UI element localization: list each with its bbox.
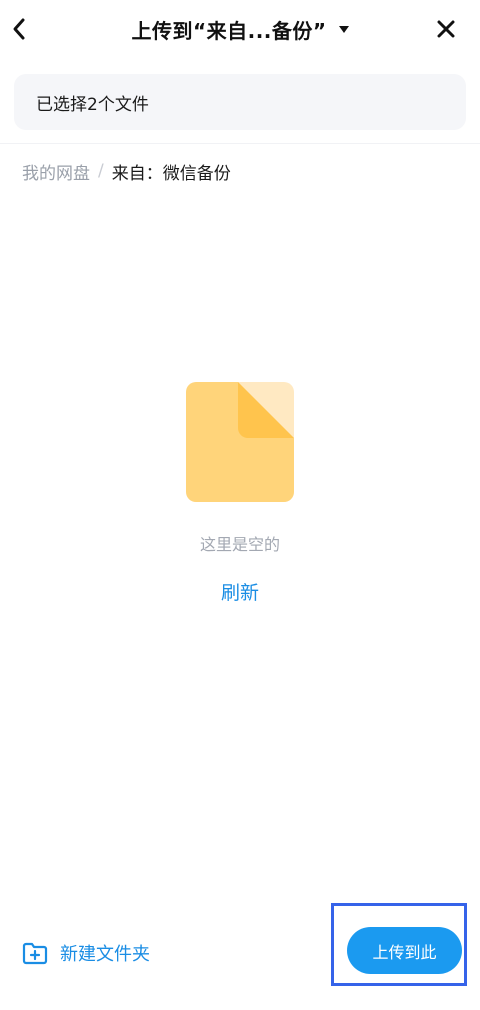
divider bbox=[0, 143, 480, 144]
upload-here-label: 上传到此 bbox=[372, 942, 437, 962]
empty-file-icon bbox=[186, 382, 294, 502]
refresh-area: 刷新 bbox=[0, 578, 480, 605]
upload-destination-screen: 上传到“来自...备份” 已选择2个文件 我的网盘 / 来自：微信备份 这里是空… bbox=[0, 0, 480, 1010]
breadcrumb-separator: / bbox=[98, 161, 104, 181]
page-title: 上传到“来自...备份” bbox=[131, 18, 327, 43]
caret-down-icon bbox=[338, 25, 349, 33]
folder-add-icon bbox=[22, 942, 48, 965]
empty-message: 这里是空的 bbox=[199, 535, 280, 554]
upload-here-button[interactable]: 上传到此 bbox=[347, 927, 462, 974]
selected-files-text: 已选择2个文件 bbox=[36, 94, 149, 115]
new-folder-label: 新建文件夹 bbox=[60, 944, 150, 965]
close-icon bbox=[437, 20, 455, 38]
new-folder-button[interactable]: 新建文件夹 bbox=[22, 938, 150, 968]
selected-files-banner: 已选择2个文件 bbox=[14, 74, 466, 130]
header: 上传到“来自...备份” bbox=[0, 0, 480, 58]
breadcrumb-root[interactable]: 我的网盘 bbox=[22, 159, 90, 184]
refresh-link[interactable]: 刷新 bbox=[221, 582, 259, 604]
close-button[interactable] bbox=[432, 15, 460, 43]
title-dropdown[interactable]: 上传到“来自...备份” bbox=[0, 14, 480, 44]
breadcrumb: 我的网盘 / 来自：微信备份 bbox=[22, 158, 231, 184]
breadcrumb-current: 来自：微信备份 bbox=[111, 163, 231, 184]
